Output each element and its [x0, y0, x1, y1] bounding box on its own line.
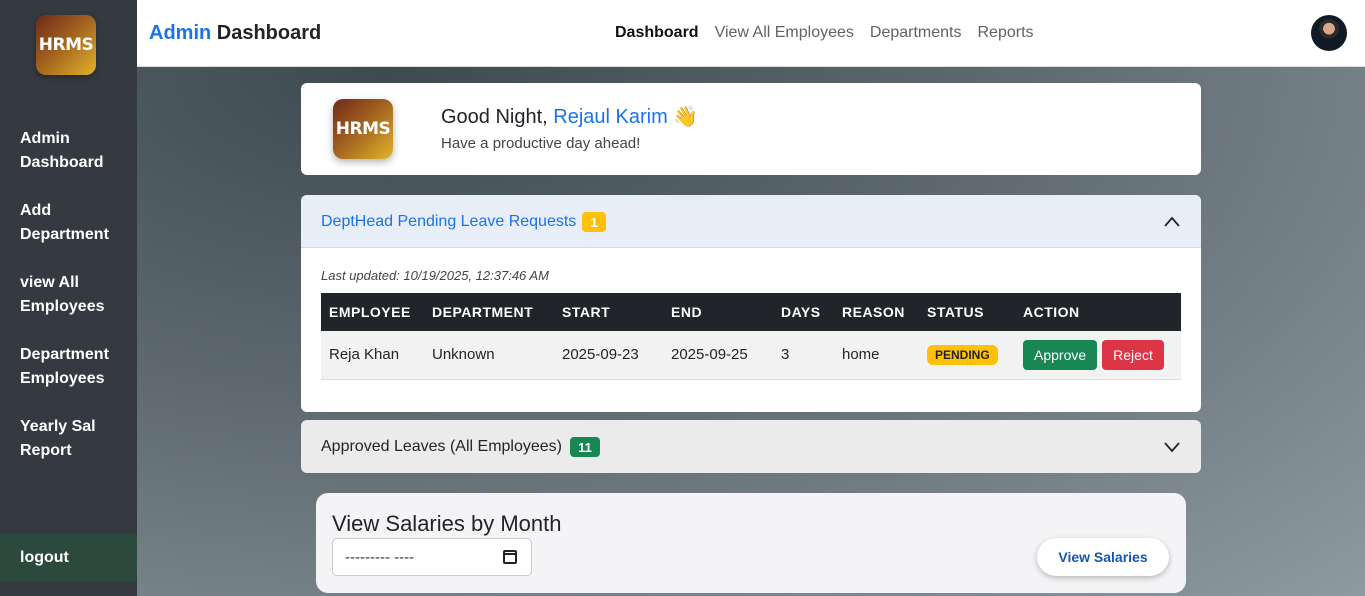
- approve-button[interactable]: Approve: [1023, 339, 1098, 370]
- approved-count-badge: 11: [570, 437, 600, 457]
- cell-days: 3: [773, 331, 834, 380]
- col-department: DEPARTMENT: [424, 293, 554, 331]
- approved-leaves-title: Approved Leaves (All Employees): [321, 438, 563, 455]
- page-title: Admin Dashboard: [149, 22, 321, 45]
- cell-status: PENDING: [919, 331, 1015, 380]
- table-header-row: EMPLOYEE DEPARTMENT START END DAYS REASO…: [321, 293, 1181, 331]
- salary-by-month-card: View Salaries by Month --------- ---- Vi…: [316, 493, 1186, 593]
- greeting-title: Good Night, Rejaul Karim 👋: [441, 104, 698, 129]
- pending-leaves-title: DeptHead Pending Leave Requests: [321, 213, 577, 230]
- view-salaries-button[interactable]: View Salaries: [1037, 538, 1169, 576]
- col-start: START: [554, 293, 663, 331]
- col-employee: EMPLOYEE: [321, 293, 424, 331]
- cell-employee: Reja Khan: [321, 331, 424, 380]
- month-picker-input[interactable]: --------- ----: [332, 538, 532, 576]
- cell-action: Approve Reject: [1015, 331, 1181, 380]
- sidebar-item-add-department[interactable]: Add Department: [20, 199, 130, 247]
- cell-reason: home: [834, 331, 919, 380]
- brand-rest: Dashboard: [211, 22, 322, 44]
- sidebar-item-yearly-sal-report[interactable]: Yearly Sal Report: [20, 415, 130, 463]
- status-badge: PENDING: [927, 344, 998, 365]
- col-action: ACTION: [1015, 293, 1181, 331]
- table-row: Reja Khan Unknown 2025-09-23 2025-09-25 …: [321, 331, 1181, 380]
- brand-accent: Admin: [149, 22, 212, 44]
- sidebar-item-department-employees[interactable]: Department Employees: [20, 343, 130, 391]
- top-navbar: Admin Dashboard Dashboard View All Emplo…: [137, 0, 1365, 67]
- chevron-up-icon[interactable]: [1163, 213, 1181, 231]
- cell-department: Unknown: [424, 331, 554, 380]
- pending-leaves-panel: DeptHead Pending Leave Requests 1 Last u…: [301, 195, 1201, 412]
- reject-button[interactable]: Reject: [1102, 339, 1164, 370]
- col-end: END: [663, 293, 773, 331]
- month-picker-value: --------- ----: [345, 548, 415, 566]
- pending-leaves-table: EMPLOYEE DEPARTMENT START END DAYS REASO…: [321, 293, 1181, 380]
- chevron-down-icon[interactable]: [1163, 438, 1181, 456]
- calendar-icon[interactable]: [503, 550, 517, 564]
- sidebar-item-admin-dashboard[interactable]: Admin Dashboard: [20, 127, 130, 175]
- wave-icon: 👋: [673, 106, 699, 128]
- salary-card-title: View Salaries by Month: [332, 511, 562, 536]
- nav-link-reports[interactable]: Reports: [978, 24, 1034, 42]
- col-reason: REASON: [834, 293, 919, 331]
- sidebar-nav: Admin Dashboard Add Department view All …: [20, 127, 130, 487]
- pending-count-badge: 1: [582, 212, 606, 232]
- sidebar: HRMS Admin Dashboard Add Department view…: [0, 0, 137, 596]
- cell-end: 2025-09-25: [663, 331, 773, 380]
- sidebar-logo[interactable]: HRMS: [36, 15, 96, 75]
- logout-button[interactable]: logout: [0, 534, 137, 581]
- col-status: STATUS: [919, 293, 1015, 331]
- pending-leaves-header[interactable]: DeptHead Pending Leave Requests 1: [301, 195, 1201, 248]
- approved-leaves-panel[interactable]: Approved Leaves (All Employees) 11: [301, 420, 1201, 473]
- nav-link-view-all-employees[interactable]: View All Employees: [715, 24, 854, 42]
- cell-start: 2025-09-23: [554, 331, 663, 380]
- avatar[interactable]: [1311, 15, 1347, 51]
- col-days: DAYS: [773, 293, 834, 331]
- nav-link-departments[interactable]: Departments: [870, 24, 962, 42]
- sidebar-item-view-all-employees[interactable]: view All Employees: [20, 271, 130, 319]
- last-updated-text: Last updated: 10/19/2025, 12:37:46 AM: [321, 268, 549, 283]
- greeting-prefix: Good Night,: [441, 106, 554, 128]
- greeting-logo: HRMS: [333, 99, 393, 159]
- greeting-subtitle: Have a productive day ahead!: [441, 135, 641, 152]
- nav-link-dashboard[interactable]: Dashboard: [615, 24, 699, 42]
- greeting-user-name: Rejaul Karim: [553, 106, 668, 128]
- top-nav-links: Dashboard View All Employees Departments…: [615, 24, 1034, 42]
- greeting-card: HRMS Good Night, Rejaul Karim 👋 Have a p…: [301, 83, 1201, 175]
